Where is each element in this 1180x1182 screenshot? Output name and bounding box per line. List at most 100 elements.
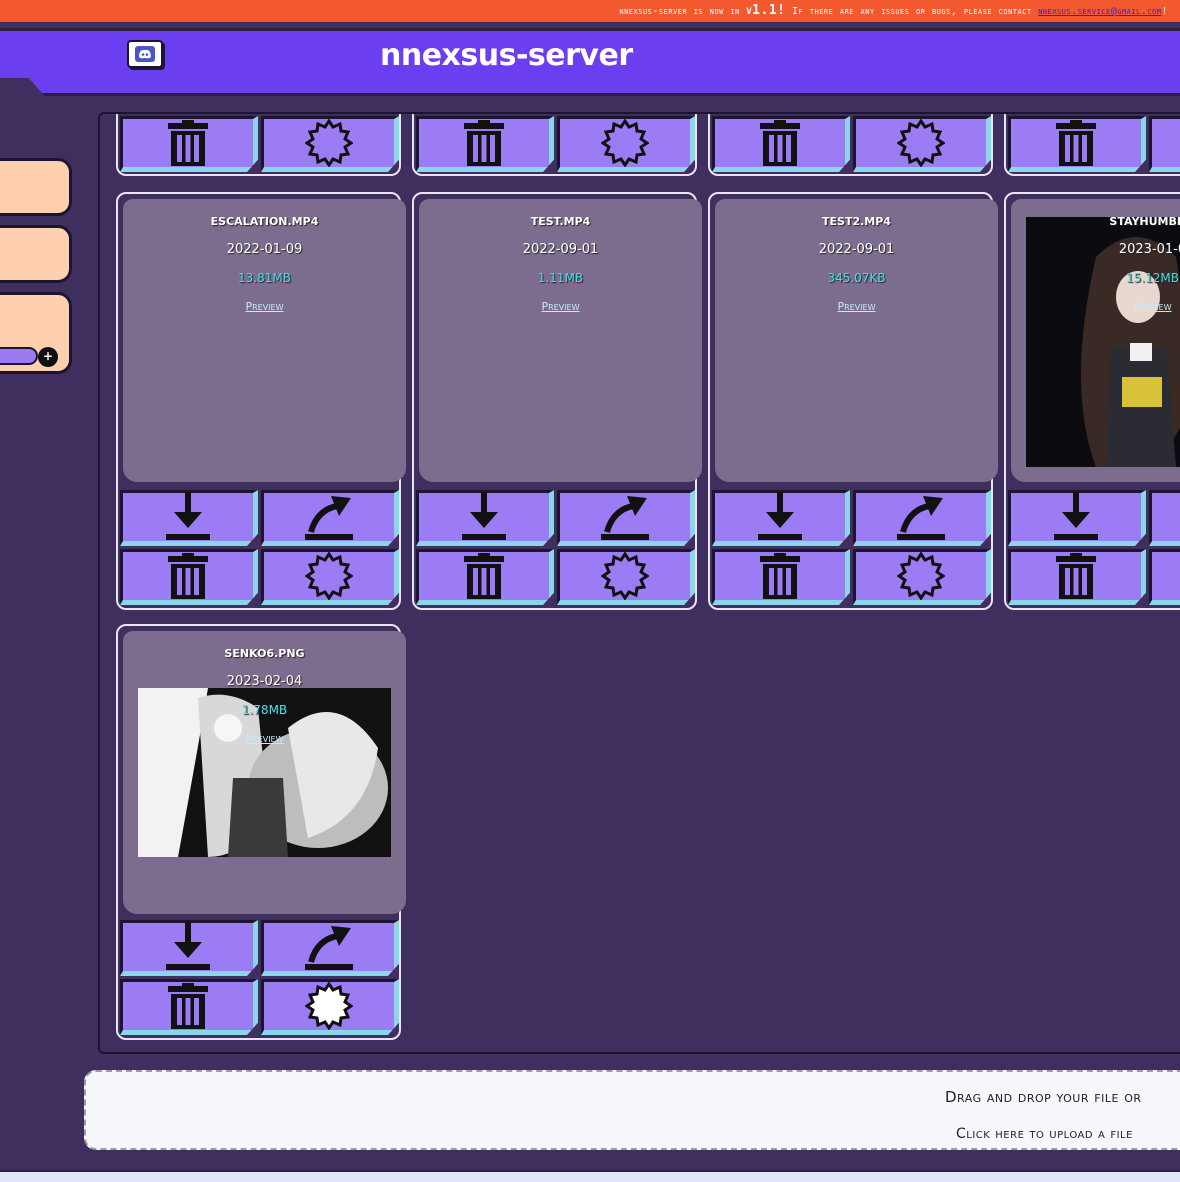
- file-name: test.mp4: [530, 215, 591, 228]
- announcement-text-3: !: [1161, 6, 1168, 17]
- settings-button[interactable]: [261, 979, 399, 1035]
- file-name: stayhumble.: [1109, 215, 1180, 228]
- file-grid: escalation.mp4 2022-01-09 13.81MB Previe…: [98, 112, 1180, 1054]
- upload-drag-text: Drag and drop your file or: [945, 1088, 1142, 1106]
- settings-button[interactable]: [557, 549, 695, 605]
- file-info-panel: test2.mp4 2022-09-01 345.07KB Preview: [715, 199, 998, 482]
- file-size: 13.81MB: [238, 271, 291, 285]
- gear-icon: [305, 982, 353, 1030]
- delete-button[interactable]: [1008, 116, 1146, 172]
- file-size: 15.12MB: [1126, 271, 1179, 285]
- file-info-panel: senko6.png 2023-02-04 1.78MB Preview: [123, 631, 406, 914]
- file-name: senko6.png: [224, 647, 305, 660]
- delete-button[interactable]: [712, 116, 850, 172]
- announcement-version: v1.1!: [746, 3, 786, 18]
- sidebar-card-2[interactable]: [0, 225, 72, 283]
- delete-button[interactable]: [120, 549, 258, 605]
- file-card: test.mp4 2022-09-01 1.11MB Preview: [412, 192, 702, 610]
- file-info-panel: escalation.mp4 2022-01-09 13.81MB Previe…: [123, 199, 406, 482]
- download-button[interactable]: [1008, 490, 1146, 546]
- download-icon: [1054, 492, 1098, 540]
- preview-link[interactable]: Preview: [1011, 300, 1180, 313]
- preview-link[interactable]: Preview: [419, 300, 702, 313]
- file-card: test2.mp4 2022-09-01 345.07KB Preview: [708, 192, 998, 610]
- upload-click-text[interactable]: Click here to upload a file: [956, 1126, 1133, 1142]
- delete-button[interactable]: [416, 116, 554, 172]
- download-button[interactable]: [416, 490, 554, 546]
- file-size: 1.11MB: [537, 271, 584, 285]
- trash-icon: [464, 120, 504, 166]
- file-date: 2022-01-09: [226, 242, 303, 257]
- sidebar-add-button[interactable]: +: [38, 347, 58, 367]
- file-name: test2.mp4: [822, 215, 891, 228]
- share-icon: [305, 496, 353, 540]
- download-icon: [166, 492, 210, 540]
- share-icon: [601, 496, 649, 540]
- trash-icon: [760, 120, 800, 166]
- file-card-partial: [708, 114, 993, 176]
- delete-button[interactable]: [416, 549, 554, 605]
- share-button[interactable]: [261, 490, 399, 546]
- announcement-bar: nnexsus-server is now in v1.1! If there …: [0, 0, 1180, 22]
- settings-button[interactable]: [1149, 549, 1180, 605]
- file-date: 2023-01-0: [1118, 242, 1180, 257]
- share-icon: [305, 926, 353, 970]
- download-button[interactable]: [120, 490, 258, 546]
- download-icon: [758, 492, 802, 540]
- footer-strip: [0, 1170, 1180, 1182]
- trash-icon: [168, 983, 208, 1029]
- file-name: escalation.mp4: [210, 215, 319, 228]
- share-button[interactable]: [557, 490, 695, 546]
- download-icon: [166, 922, 210, 970]
- download-button[interactable]: [120, 920, 258, 976]
- preview-link[interactable]: Preview: [123, 732, 406, 745]
- contact-email-link[interactable]: nnexsus.service@gmail.com: [1038, 6, 1161, 17]
- download-button[interactable]: [712, 490, 850, 546]
- settings-button[interactable]: [853, 549, 991, 605]
- gear-icon: [305, 119, 353, 167]
- file-card-partial: [116, 114, 401, 176]
- file-card: escalation.mp4 2022-01-09 13.81MB Previe…: [116, 192, 406, 610]
- share-icon: [897, 496, 945, 540]
- settings-button[interactable]: [1149, 116, 1180, 172]
- announcement-text-1: nnexsus-server is now in: [619, 6, 747, 17]
- share-button[interactable]: [1149, 490, 1180, 546]
- preview-link[interactable]: Preview: [123, 300, 406, 313]
- settings-button[interactable]: [557, 116, 695, 172]
- share-button[interactable]: [853, 490, 991, 546]
- file-date: 2023-02-04: [226, 674, 303, 689]
- file-info-panel: stayhumble. 2023-01-0 15.12MB Preview: [1011, 199, 1180, 482]
- discord-button[interactable]: [127, 40, 163, 68]
- trash-icon: [168, 553, 208, 599]
- file-card: stayhumble. 2023-01-0 15.12MB Preview: [1004, 192, 1180, 610]
- download-icon: [462, 492, 506, 540]
- delete-button[interactable]: [120, 979, 258, 1035]
- delete-button[interactable]: [1008, 549, 1146, 605]
- file-size: 345.07KB: [827, 271, 886, 285]
- file-info-panel: test.mp4 2022-09-01 1.11MB Preview: [419, 199, 702, 482]
- preview-link[interactable]: Preview: [715, 300, 998, 313]
- share-button[interactable]: [261, 920, 399, 976]
- site-title: nnexsus-server: [380, 38, 633, 73]
- file-card: senko6.png 2023-02-04 1.78MB Preview: [116, 624, 406, 1040]
- trash-icon: [464, 553, 504, 599]
- discord-icon: [135, 46, 155, 62]
- gear-icon: [897, 552, 945, 600]
- sidebar-card-1[interactable]: [0, 158, 72, 216]
- trash-icon: [1056, 553, 1096, 599]
- file-card-partial: [1004, 114, 1180, 176]
- trash-icon: [760, 553, 800, 599]
- sidebar-input-pill[interactable]: [0, 347, 38, 365]
- announcement-text-2: If there are any issues or bugs, please …: [785, 6, 1039, 17]
- settings-button[interactable]: [261, 116, 399, 172]
- delete-button[interactable]: [120, 116, 258, 172]
- gear-icon: [601, 552, 649, 600]
- settings-button[interactable]: [853, 116, 991, 172]
- file-card-partial: [412, 114, 697, 176]
- delete-button[interactable]: [712, 549, 850, 605]
- settings-button[interactable]: [261, 549, 399, 605]
- file-date: 2022-09-01: [818, 242, 895, 257]
- gear-icon: [897, 119, 945, 167]
- gear-icon: [305, 552, 353, 600]
- trash-icon: [1056, 120, 1096, 166]
